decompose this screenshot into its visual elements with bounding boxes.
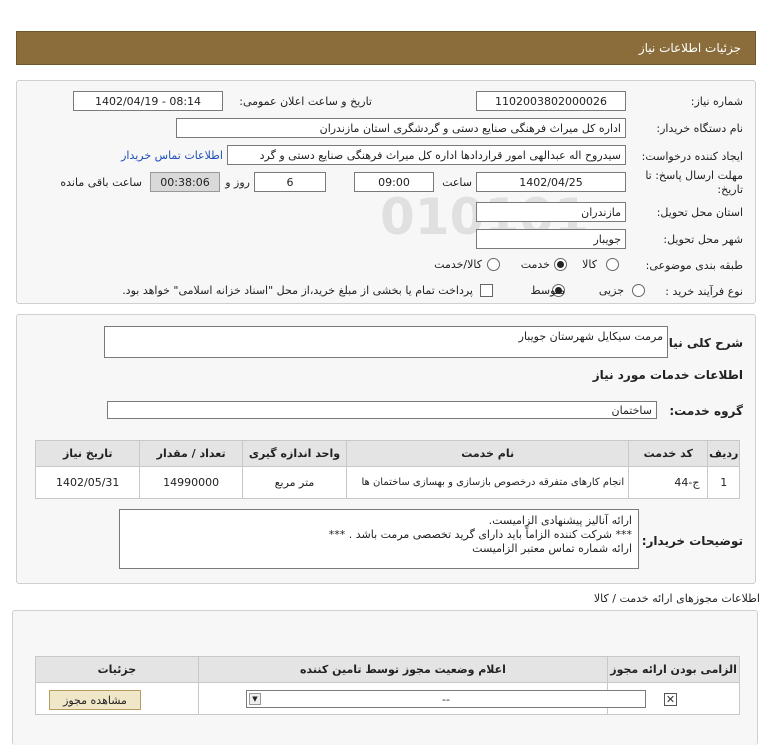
col-unit: واحد اندازه گیری (241, 440, 348, 467)
deadline-label-1: مهلت ارسال پاسخ: تا (645, 169, 743, 182)
need-number-field: 1102003802000026 (476, 91, 626, 111)
cell-quantity: 14990000 (139, 466, 243, 499)
province-label: استان محل تحویل: (656, 206, 743, 219)
services-heading: اطلاعات خدمات مورد نیاز (592, 368, 743, 382)
category-radio-goods[interactable] (606, 258, 619, 271)
process-option-minor: جزیی (598, 284, 624, 297)
permits-section-title: اطلاعات مجوزهای ارائه خدمت / کالا (593, 592, 760, 605)
buyer-contact-link[interactable]: اطلاعات تماس خریدار (121, 149, 223, 162)
buyer-notes-label: توضیحات خریدار: (641, 534, 743, 548)
need-number-label: شماره نیاز: (690, 95, 743, 108)
cell-need-date: 1402/05/31 (34, 466, 141, 499)
cell-service-name: انجام کارهای متفرقه درخصوص بازسازی و بهس… (346, 466, 630, 499)
process-option-medium: متوسط (530, 284, 565, 297)
category-radio-service[interactable] (554, 258, 567, 271)
service-group-field: ساختمان (107, 401, 657, 419)
process-radio-minor[interactable] (632, 284, 645, 297)
province-field: مازندران (476, 202, 626, 222)
category-radio-goods-service[interactable] (487, 258, 500, 271)
buyer-note-line: ارائه شماره تماس معتبر الزامیست (472, 542, 632, 555)
col-need-date: تاریخ نیاز (34, 440, 141, 467)
treasury-payment-checkbox[interactable] (480, 284, 493, 297)
col-permit-required: الزامی بودن ارائه مجوز (607, 656, 740, 683)
need-summary-text: مرمت سیکایل شهرستان جویبار (518, 330, 663, 343)
buyer-org-label: نام دستگاه خریدار: (656, 122, 743, 135)
col-service-name: نام خدمت (346, 440, 630, 467)
permits-table-header: الزامی بودن ارائه مجوز اعلام وضعیت مجوز … (35, 656, 740, 683)
cell-row: 1 (707, 466, 740, 499)
process-label: نوع فرآیند خرید : (665, 285, 743, 298)
col-permit-status: اعلام وضعیت مجوز توسط تامین کننده (197, 656, 609, 683)
deadline-date-field: 1402/04/25 (476, 172, 626, 192)
city-label: شهر محل تحویل: (663, 233, 743, 246)
view-permit-button[interactable]: مشاهده مجوز (49, 690, 141, 710)
page-header: جزئیات اطلاعات نیاز (16, 31, 756, 65)
col-row: ردیف (707, 440, 740, 467)
table-row: 1 ج-44 انجام کارهای متفرقه درخصوص بازساز… (34, 466, 740, 499)
services-table: ردیف کد خدمت نام خدمت واحد اندازه گیری ت… (34, 440, 740, 499)
requester-field: سیدروح اله عبدالهی امور قراردادها اداره … (227, 145, 626, 165)
announce-label: تاریخ و ساعت اعلان عمومی: (239, 95, 372, 108)
requester-label: ایجاد کننده درخواست: (641, 150, 743, 163)
city-field: جویبار (476, 229, 626, 249)
page-title: جزئیات اطلاعات نیاز (638, 41, 741, 55)
permit-status-value: -- (442, 692, 450, 706)
category-option-service: خدمت (520, 258, 550, 271)
permit-status-select[interactable]: -- ▼ (246, 690, 646, 708)
buyer-note-line: ارائه آنالیز پیشنهادی الزامیست. (488, 514, 632, 527)
deadline-time-field: 09:00 (354, 172, 434, 192)
category-option-goods-service: کالا/خدمت (434, 258, 482, 271)
remaining-time-field: 00:38:06 (150, 172, 220, 192)
buyer-note-line: *** شرکت کننده الزاماً باید دارای گرید ت… (328, 528, 632, 541)
buyer-notes-box: ارائه آنالیز پیشنهادی الزامیست. *** شرکت… (119, 509, 639, 569)
category-option-goods: کالا (582, 258, 597, 271)
remaining-label: ساعت باقی مانده (60, 176, 142, 189)
buyer-org-field: اداره کل میراث فرهنگی صنایع دستی و گردشگ… (176, 118, 626, 138)
category-label: طبقه بندی موضوعی: (645, 259, 743, 272)
col-quantity: تعداد / مقدار (139, 440, 243, 467)
time-label: ساعت (442, 176, 472, 189)
dropdown-arrow-icon[interactable]: ▼ (249, 693, 261, 705)
services-table-header: ردیف کد خدمت نام خدمت واحد اندازه گیری ت… (34, 440, 740, 467)
col-permit-details: جزئیات (35, 656, 199, 683)
permit-required-check-icon: ✕ (664, 693, 677, 706)
days-field: 6 (254, 172, 326, 192)
cell-unit: متر مربع (241, 466, 348, 499)
need-summary-field: مرمت سیکایل شهرستان جویبار (104, 326, 668, 358)
col-service-code: کد خدمت (628, 440, 709, 467)
service-group-label: گروه خدمت: (669, 404, 743, 418)
treasury-payment-note: پرداخت تمام یا بخشی از مبلغ خرید،از محل … (122, 284, 473, 297)
announce-field: 1402/04/19 - 08:14 (73, 91, 223, 111)
need-summary-label: شرح کلی نیاز: (657, 336, 743, 350)
days-label: روز و (225, 176, 250, 189)
cell-service-code: ج-44 (628, 466, 709, 499)
deadline-label-2: تاریخ: (717, 183, 743, 196)
